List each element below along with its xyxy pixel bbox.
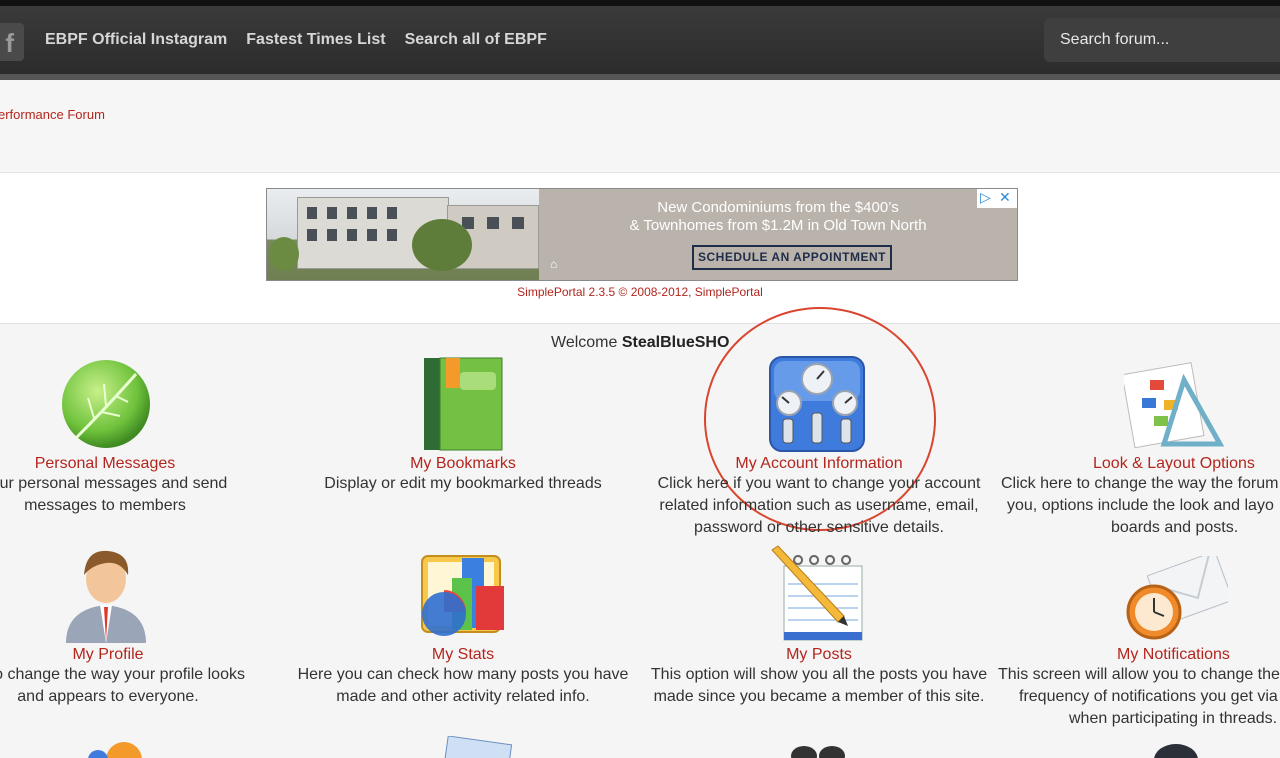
- facebook-icon[interactable]: f: [0, 23, 24, 61]
- link-my-bookmarks[interactable]: My Bookmarks: [313, 455, 613, 473]
- menu-item-account-information: My Account Information Click here if you…: [644, 455, 994, 539]
- desc-bookmarks: Display or edit my bookmarked threads: [324, 475, 602, 492]
- desc-look-layout: Click here to change the way the forum yo…: [1001, 475, 1279, 536]
- nav-links: EBPF Official Instagram Fastest Times Li…: [45, 6, 566, 74]
- buddies-icon[interactable]: [80, 736, 150, 758]
- ad-close-icon[interactable]: ✕: [999, 189, 1011, 206]
- desc-stats: Here you can check how many posts you ha…: [297, 666, 629, 705]
- link-my-account-information[interactable]: My Account Information: [644, 455, 994, 473]
- ad-headline-1: New Condominiums from the $400’s: [657, 199, 899, 216]
- menu-item-bookmarks: My Bookmarks Display or edit my bookmark…: [313, 455, 613, 495]
- nav-link-instagram[interactable]: EBPF Official Instagram: [45, 31, 227, 49]
- ad-choices[interactable]: ▷ ✕: [977, 189, 1017, 208]
- posts-notepad-icon[interactable]: [768, 544, 868, 644]
- welcome-username: StealBlueSHO: [621, 334, 730, 351]
- notifications-clock-icon[interactable]: [1124, 556, 1228, 642]
- stats-chart-icon[interactable]: [418, 552, 508, 638]
- menu-item-notifications: My Notifications This screen will allow …: [998, 646, 1280, 730]
- link-my-profile[interactable]: My Profile: [0, 646, 256, 664]
- equal-housing-icon: ⌂: [550, 257, 558, 271]
- breadcrumb[interactable]: erformance Forum: [0, 107, 105, 122]
- menu-item-personal-messages: Personal Messages your personal messages…: [0, 455, 250, 517]
- link-my-stats[interactable]: My Stats: [288, 646, 638, 664]
- ad-banner[interactable]: New Condominiums from the $400’s & Townh…: [266, 188, 1018, 281]
- welcome-prefix: Welcome: [551, 334, 622, 351]
- binoculars-icon[interactable]: [788, 742, 848, 758]
- ad-headline-2: & Townhomes from $1.2M in Old Town North: [629, 217, 927, 234]
- menu-item-look-layout: Look & Layout Options Click here to chan…: [1000, 455, 1280, 539]
- ad-photo: [267, 189, 539, 280]
- link-my-posts[interactable]: My Posts: [644, 646, 994, 664]
- desc-profile: re to change the way your profile looksa…: [0, 666, 245, 705]
- ad-area: New Condominiums from the $400’s & Townh…: [0, 173, 1280, 324]
- search-input[interactable]: [1044, 18, 1280, 62]
- desc-personal-messages: your personal messages and send messages …: [0, 475, 228, 514]
- desc-account-information: Click here if you want to change your ac…: [657, 475, 981, 536]
- ignore-user-icon[interactable]: [1146, 738, 1206, 758]
- ad-schedule-button[interactable]: SCHEDULE AN APPOINTMENT: [692, 245, 892, 270]
- link-personal-messages[interactable]: Personal Messages: [0, 455, 250, 473]
- link-look-layout-options[interactable]: Look & Layout Options: [1000, 455, 1280, 473]
- bookmarks-icon[interactable]: [422, 356, 504, 452]
- simpleportal-credit[interactable]: SimplePortal 2.3.5 © 2008-2012, SimplePo…: [0, 285, 1280, 299]
- adchoices-play-icon[interactable]: ▷: [980, 189, 991, 206]
- desc-posts: This option will show you all the posts …: [650, 666, 988, 705]
- desc-notifications: This screen will allow you to change the…: [998, 666, 1280, 727]
- nav-link-fastest-times[interactable]: Fastest Times List: [246, 31, 385, 49]
- nav-link-search-all[interactable]: Search all of EBPF: [405, 31, 547, 49]
- menu-item-posts: My Posts This option will show you all t…: [644, 646, 994, 708]
- leaf-icon[interactable]: [58, 358, 154, 450]
- breadcrumb-bar: erformance Forum: [0, 80, 1280, 173]
- menu-item-stats: My Stats Here you can check how many pos…: [288, 646, 638, 708]
- layout-tools-icon[interactable]: [1124, 360, 1224, 450]
- welcome-message: Welcome StealBlueSHO: [551, 334, 729, 352]
- profile-person-icon[interactable]: [60, 545, 152, 645]
- link-my-notifications[interactable]: My Notifications: [998, 646, 1280, 664]
- menu-item-profile: My Profile re to change the way your pro…: [0, 646, 256, 708]
- attachments-icon[interactable]: [440, 736, 512, 758]
